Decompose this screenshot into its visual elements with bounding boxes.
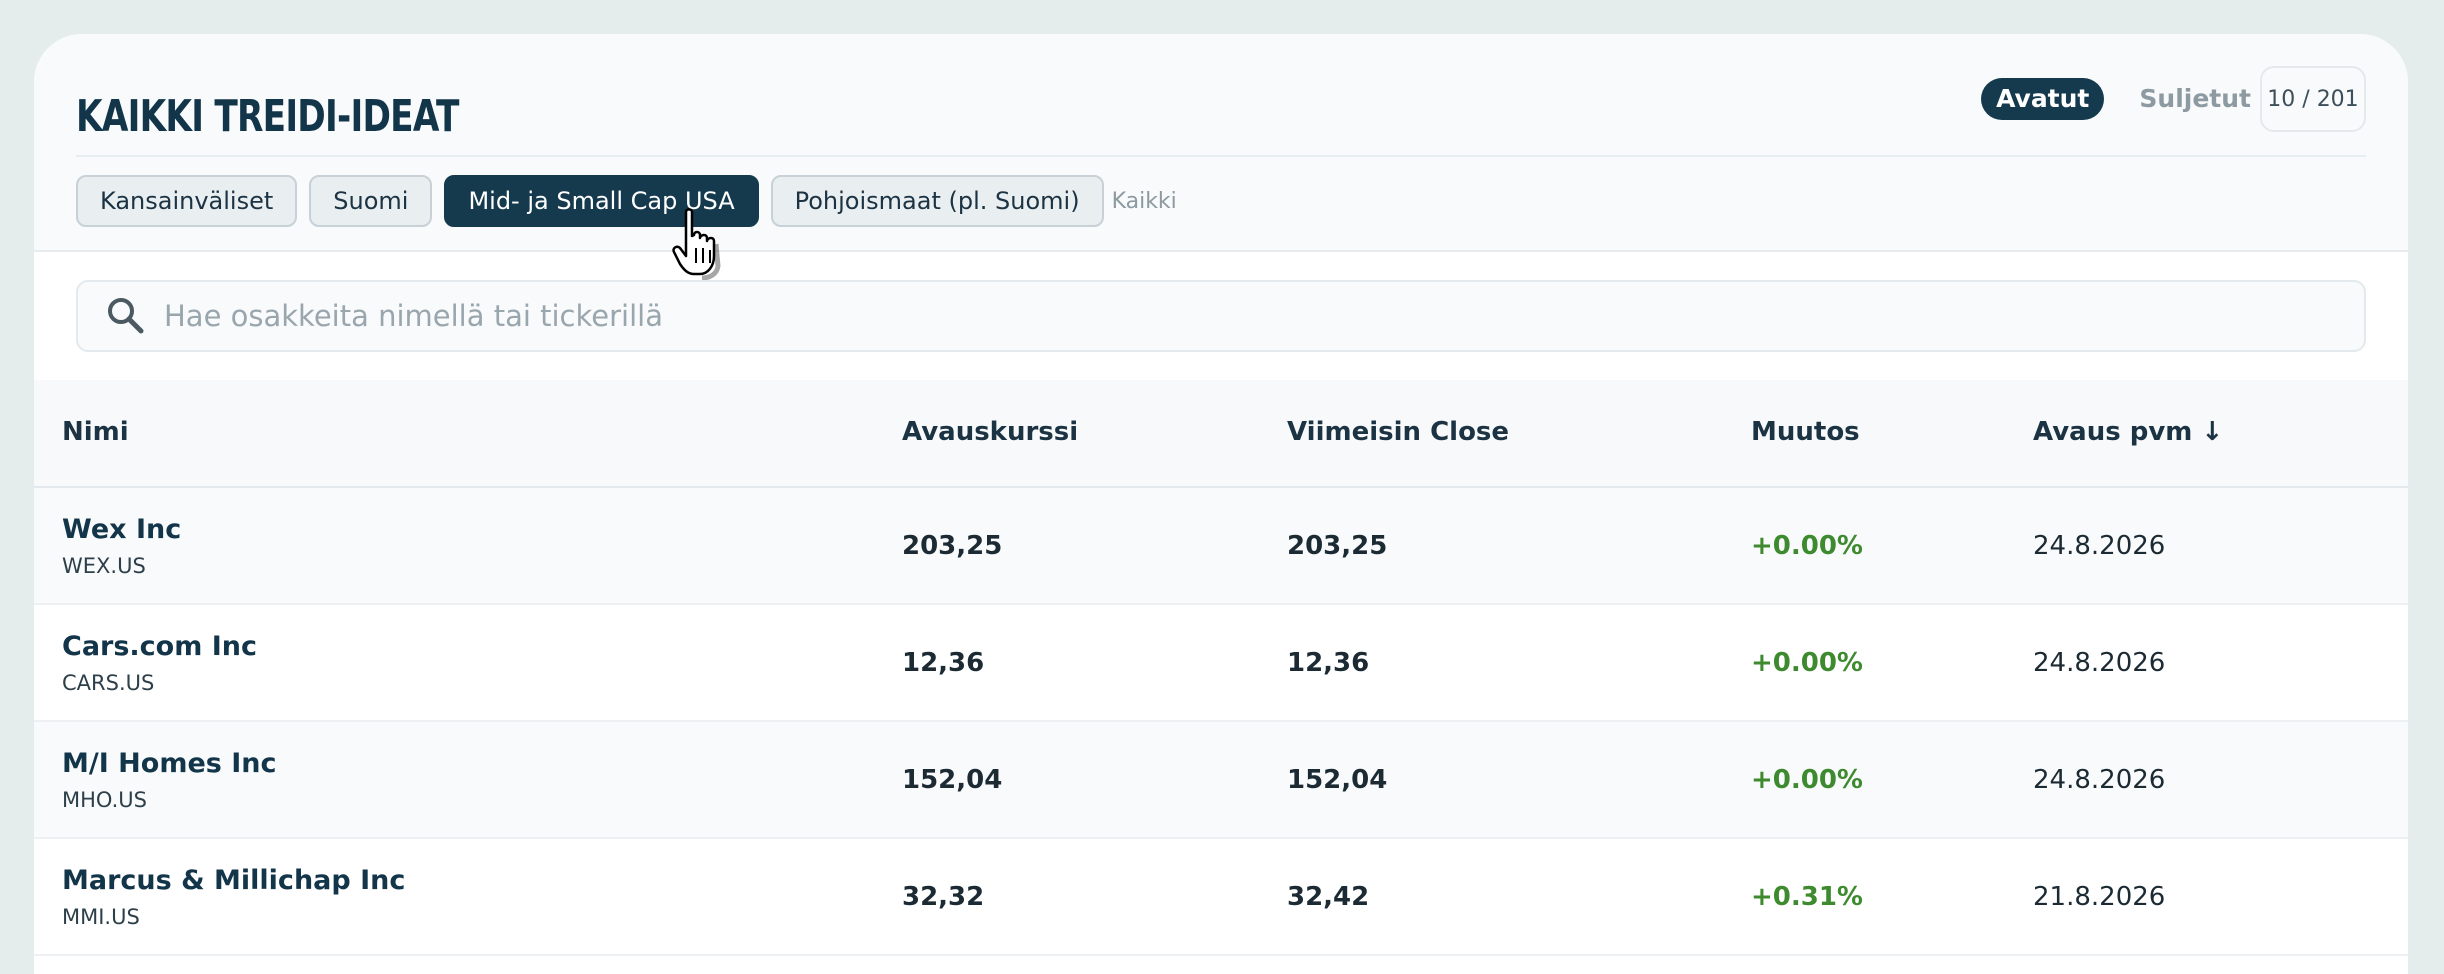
table-row[interactable]: Marcus & Millichap Inc MMI.US 32,32 32,4… (34, 839, 2408, 956)
column-change[interactable]: Muutos (1751, 380, 1860, 484)
change-value: +0.00% (1751, 648, 1863, 678)
table-row[interactable]: Wex Inc WEX.US 203,25 203,25 +0.00% 24.8… (34, 488, 2408, 605)
stock-name[interactable]: Wex Inc (62, 514, 181, 545)
header-divider (76, 155, 2366, 157)
open-price: 12,36 (902, 648, 985, 678)
stock-name[interactable]: Marcus & Millichap Inc (62, 865, 405, 896)
open-date: 24.8.2026 (2033, 648, 2166, 678)
all-link[interactable]: Kaikki (1112, 189, 1177, 214)
table-row[interactable]: M/I Homes Inc MHO.US 152,04 152,04 +0.00… (34, 722, 2408, 839)
stock-ticker: WEX.US (62, 554, 146, 578)
change-value: +0.31% (1751, 882, 1863, 912)
column-open-price[interactable]: Avauskurssi (902, 380, 1078, 484)
change-value: +0.00% (1751, 531, 1863, 561)
last-close: 203,25 (1287, 531, 1388, 561)
search-box (76, 280, 2366, 352)
table-row[interactable]: Cars.com Inc CARS.US 12,36 12,36 +0.00% … (34, 605, 2408, 722)
open-date: 24.8.2026 (2033, 765, 2166, 795)
last-close: 32,42 (1287, 882, 1370, 912)
search-input[interactable] (162, 298, 2364, 334)
tab-nordics[interactable]: Pohjoismaat (pl. Suomi) (770, 175, 1104, 227)
result-counter: 10 / 201 (2260, 66, 2366, 132)
tab-open[interactable]: Avatut (1981, 78, 2105, 120)
table-header: Nimi Avauskurssi Viimeisin Close Muutos … (34, 380, 2408, 488)
stock-ticker: MMI.US (62, 905, 140, 929)
stock-name[interactable]: M/I Homes Inc (62, 748, 277, 779)
change-value: +0.00% (1751, 765, 1863, 795)
table-body: Wex Inc WEX.US 203,25 203,25 +0.00% 24.8… (34, 488, 2408, 956)
column-open-date[interactable]: Avaus pvm ↓ (2033, 380, 2223, 484)
stock-name[interactable]: Cars.com Inc (62, 631, 257, 662)
open-price: 32,32 (902, 882, 985, 912)
tab-international[interactable]: Kansainväliset (76, 175, 298, 227)
page-title: KAIKKI TREIDI-IDEAT (76, 91, 459, 142)
column-name[interactable]: Nimi (62, 380, 129, 484)
tab-closed[interactable]: Suljetut (2124, 78, 2266, 120)
ideas-table: Nimi Avauskurssi Viimeisin Close Muutos … (34, 380, 2408, 956)
stock-ticker: CARS.US (62, 671, 155, 695)
status-toggle: Avatut Suljetut (1981, 78, 2266, 120)
stock-ticker: MHO.US (62, 788, 147, 812)
open-date: 21.8.2026 (2033, 882, 2166, 912)
open-price: 203,25 (902, 531, 1003, 561)
column-last-close[interactable]: Viimeisin Close (1287, 380, 1509, 484)
hand-pointer-icon (672, 208, 721, 280)
ideas-card: KAIKKI TREIDI-IDEAT Avatut Suljetut 10 /… (34, 34, 2408, 974)
category-tabs: Kansainväliset Suomi Mid- ja Small Cap U… (76, 175, 1177, 227)
open-price: 152,04 (902, 765, 1003, 795)
search-icon (108, 298, 144, 334)
last-close: 12,36 (1287, 648, 1370, 678)
last-close: 152,04 (1287, 765, 1388, 795)
card-header: KAIKKI TREIDI-IDEAT Avatut Suljetut 10 /… (34, 34, 2408, 280)
open-date: 24.8.2026 (2033, 531, 2166, 561)
tab-finland[interactable]: Suomi (309, 175, 433, 227)
